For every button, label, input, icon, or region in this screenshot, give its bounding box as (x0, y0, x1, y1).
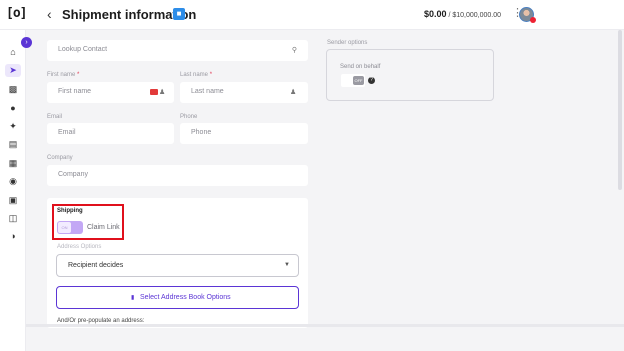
first-name-input[interactable]: First name ♟ (47, 82, 174, 103)
inbox-icon[interactable]: ◫ (5, 212, 21, 225)
last-name-input[interactable]: Last name ♟ (180, 82, 308, 103)
address-option-selected: Recipient decides (68, 262, 124, 269)
account-balance: $0.00 / $10,000,000.00 (424, 9, 501, 19)
balance-amount: $0.00 (424, 9, 447, 19)
info-badge-icon[interactable]: ■ (173, 8, 185, 20)
shield-user-icon[interactable]: ◑ (5, 230, 21, 243)
tag-icon[interactable]: ● (5, 102, 21, 115)
required-mark: * (77, 72, 80, 78)
gift-icon[interactable]: ▩ (5, 83, 21, 96)
balance-limit: / $10,000,000.00 (446, 12, 502, 19)
send-icon[interactable]: ➤ (5, 64, 21, 77)
clipboard-icon[interactable]: ▤ (5, 138, 21, 151)
email-field[interactable]: Email (47, 123, 174, 144)
home-icon[interactable]: ⌂ (5, 46, 21, 59)
lookup-contact-placeholder: Lookup Contact (58, 46, 108, 53)
sender-options-label: Sender options (327, 40, 368, 46)
app-logo[interactable]: [o] (6, 6, 28, 21)
last-name-label: Last name * (180, 72, 212, 78)
toggle-knob: ON (58, 222, 71, 233)
building-icon[interactable]: ▦ (5, 157, 21, 170)
help-icon[interactable]: ? (368, 77, 375, 84)
claim-link-label: Claim Link (87, 224, 120, 231)
email-label: Email (47, 114, 63, 120)
claim-link-toggle[interactable]: ON (57, 221, 83, 234)
gift-box-icon[interactable]: ◉ (5, 175, 21, 188)
company-label: Company (47, 155, 73, 161)
chevron-left-icon[interactable]: ‹ (47, 6, 52, 22)
bottom-divider (26, 324, 624, 327)
address-book-button-label: Select Address Book Options (140, 294, 231, 301)
sidebar (0, 30, 26, 351)
notification-badge (530, 17, 536, 23)
chevron-right-icon[interactable]: › (21, 37, 32, 48)
first-name-label-text: First name (47, 72, 76, 78)
shipping-title: Shipping (57, 208, 83, 214)
globe-icon[interactable]: ▣ (5, 194, 21, 207)
contact-person-icon[interactable]: ♟ (290, 88, 296, 96)
contact-person-icon[interactable]: ♟ (159, 88, 165, 96)
email-placeholder: Email (58, 129, 76, 136)
lookup-contact-input[interactable]: Lookup Contact ⚲ (47, 40, 308, 61)
phone-field[interactable]: Phone (180, 123, 308, 144)
address-book-icon: ▮ (131, 295, 135, 301)
scrollbar[interactable] (618, 30, 622, 190)
first-name-placeholder: First name (58, 88, 92, 95)
phone-placeholder: Phone (191, 129, 212, 136)
autofill-tag-icon[interactable] (150, 89, 158, 95)
company-field[interactable]: Company (47, 165, 308, 186)
address-options-label: Address Options (57, 244, 102, 250)
phone-label: Phone (180, 114, 198, 120)
send-on-behalf-label: Send on behalf (340, 64, 381, 70)
send-on-behalf-toggle[interactable]: OFF (341, 74, 365, 87)
top-bar: [o] ‹ Shipment information ■ $0.00 / $10… (0, 0, 624, 30)
search-icon: ⚲ (291, 47, 297, 54)
required-mark: * (209, 72, 213, 78)
select-address-book-button[interactable]: ▮ Select Address Book Options (56, 286, 299, 309)
last-name-label-text: Last name (180, 72, 209, 78)
company-placeholder: Company (58, 171, 88, 178)
rocket-icon[interactable]: ✦ (5, 120, 21, 133)
last-name-placeholder: Last name (191, 88, 224, 95)
address-options-select[interactable]: Recipient decides ▼ (56, 254, 299, 277)
first-name-label: First name * (47, 72, 79, 78)
chevron-down-icon: ▼ (284, 262, 290, 268)
toggle-knob: OFF (353, 76, 364, 85)
